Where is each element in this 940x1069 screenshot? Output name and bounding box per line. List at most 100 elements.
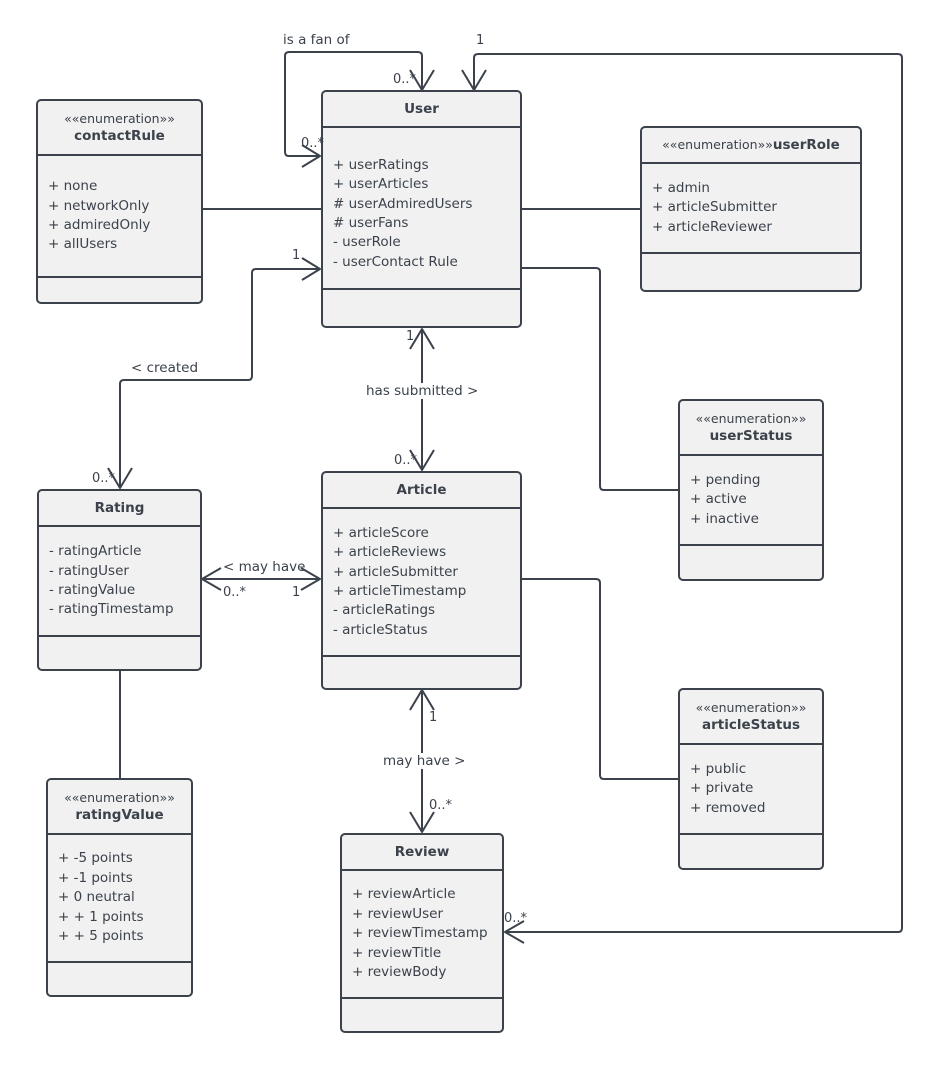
enum-operations: [680, 546, 822, 579]
multiplicity-article-review-article: 1: [429, 710, 438, 725]
class-user[interactable]: User + userRatings + userArticles # user…: [321, 90, 522, 328]
enum-value: + -1 points: [58, 869, 133, 886]
stereotype-label: ««enumeration»»: [64, 790, 175, 805]
enum-header: ««enumeration»» contactRule: [38, 101, 201, 156]
class-attribute: - ratingUser: [49, 562, 129, 579]
enum-values: + -5 points + -1 points + 0 neutral + + …: [48, 835, 191, 963]
enum-header: ««enumeration»» ratingValue: [48, 780, 191, 835]
class-header: Rating: [39, 491, 200, 527]
class-rating[interactable]: Rating - ratingArticle - ratingUser - ra…: [37, 489, 202, 671]
enum-value: + 0 neutral: [58, 889, 135, 906]
enum-name: articleStatus: [701, 717, 801, 733]
class-attribute: - ratingArticle: [49, 543, 142, 560]
enum-value: + pending: [690, 471, 761, 488]
association-label-created: < created: [131, 360, 199, 376]
multiplicity-user-review-review: 0..*: [504, 911, 528, 926]
class-attribute: + reviewArticle: [352, 886, 456, 903]
enum-value: + -5 points: [58, 850, 133, 867]
class-attribute: - ratingTimestamp: [49, 601, 174, 618]
enum-name: ratingValue: [75, 807, 164, 823]
enum-operations: [48, 963, 191, 995]
multiplicity-article-rating-article: 1: [292, 585, 301, 600]
class-attributes: - ratingArticle - ratingUser - ratingVal…: [39, 527, 200, 637]
enum-operations: [642, 254, 860, 290]
multiplicity-article-rating-rating: 0..*: [223, 585, 247, 600]
class-header: User: [323, 92, 520, 128]
class-operations: [323, 290, 520, 326]
enum-value: + admiredOnly: [48, 217, 151, 233]
multiplicity-submitted-article: 0..*: [394, 453, 418, 468]
association-label-article-review: may have >: [383, 753, 466, 769]
class-attribute: # userAdmiredUsers: [333, 195, 473, 212]
association-label-submitted: has submitted >: [366, 383, 479, 399]
enum-value: + inactive: [690, 510, 759, 527]
class-name: Review: [394, 844, 450, 860]
class-name: User: [404, 101, 439, 117]
class-header: Review: [342, 835, 502, 871]
stereotype-label: ««enumeration»»: [695, 700, 807, 715]
enum-value: + none: [48, 178, 98, 195]
multiplicity-submitted-user: 1: [406, 329, 415, 344]
enum-value: + admin: [652, 179, 710, 196]
enum-value: + active: [690, 491, 747, 508]
multiplicity-user-review-user: 1: [476, 33, 485, 48]
enum-name: contactRule: [74, 128, 165, 144]
enum-header: ««enumeration»» userStatus: [680, 401, 822, 456]
enum-value: + private: [690, 780, 754, 797]
enum-value: + + 5 points: [58, 928, 144, 945]
class-attributes: + reviewArticle + reviewUser + reviewTim…: [342, 871, 502, 999]
enum-header: ««enumeration»»userRole: [642, 128, 860, 164]
multiplicity-fan-top: 0..*: [393, 72, 417, 87]
class-operations: [39, 637, 200, 669]
class-attribute: + reviewTimestamp: [352, 925, 488, 942]
enum-value: + removed: [690, 799, 766, 816]
class-attribute: + articleScore: [333, 524, 429, 541]
enum-operations: [680, 835, 822, 868]
enum-values: + none + networkOnly + admiredOnly + all…: [38, 156, 201, 278]
article-articlestatus-link: [521, 578, 679, 780]
enum-values: + pending + active + inactive: [680, 456, 822, 546]
class-attributes: + articleScore + articleReviews + articl…: [323, 509, 520, 657]
enum-name: userStatus: [709, 428, 793, 444]
enum-ratingvalue[interactable]: ««enumeration»» ratingValue + -5 points …: [46, 778, 193, 997]
association-label-fan: is a fan of: [283, 32, 350, 48]
class-attribute: + articleSubmitter: [333, 563, 458, 580]
stereotype-label: ««enumeration»»: [695, 411, 807, 426]
enum-value: + + 1 points: [58, 908, 144, 925]
class-header: Article: [323, 473, 520, 509]
class-attribute: - articleRatings: [333, 602, 436, 619]
class-attribute: - articleStatus: [333, 621, 428, 638]
class-attribute: - userRole: [333, 234, 401, 251]
class-attribute: # userFans: [333, 215, 409, 231]
enum-values: + admin + articleSubmitter + articleRevi…: [642, 164, 860, 254]
class-operations: [342, 999, 502, 1031]
class-attributes: + userRatings + userArticles # userAdmir…: [323, 128, 520, 290]
enum-value: + articleSubmitter: [652, 199, 777, 216]
enum-value: + allUsers: [48, 236, 118, 253]
enum-value: + public: [690, 760, 747, 777]
class-operations: [323, 657, 520, 688]
class-attribute: + reviewUser: [352, 905, 444, 922]
class-review[interactable]: Review + reviewArticle + reviewUser + re…: [340, 833, 504, 1033]
class-attribute: + reviewTitle: [352, 944, 442, 961]
multiplicity-created-user: 1: [292, 248, 301, 263]
class-name: Article: [396, 482, 447, 498]
enum-userrole[interactable]: ««enumeration»»userRole + admin + articl…: [640, 126, 862, 292]
enum-name: userRole: [772, 137, 840, 153]
class-article[interactable]: Article + articleScore + articleReviews …: [321, 471, 522, 690]
multiplicity-article-review-review: 0..*: [429, 798, 453, 813]
enum-value: + networkOnly: [48, 197, 150, 214]
enum-userstatus[interactable]: ««enumeration»» userStatus + pending + a…: [678, 399, 824, 581]
class-name: Rating: [94, 500, 145, 516]
enum-articlestatus[interactable]: ««enumeration»» articleStatus + public +…: [678, 688, 824, 870]
class-attribute: + articleReviews: [333, 544, 447, 561]
stereotype-label: ««enumeration»»: [64, 111, 175, 126]
class-attribute: + userArticles: [333, 176, 429, 193]
stereotype-label: ««enumeration»»: [662, 137, 773, 152]
enum-header: ««enumeration»» articleStatus: [680, 690, 822, 745]
class-attribute: - ratingValue: [49, 582, 136, 598]
enum-value: + articleReviewer: [652, 218, 772, 235]
enum-contactrule[interactable]: ««enumeration»» contactRule + none + net…: [36, 99, 203, 304]
class-attribute: + userRatings: [333, 156, 429, 173]
enum-operations: [38, 278, 201, 302]
